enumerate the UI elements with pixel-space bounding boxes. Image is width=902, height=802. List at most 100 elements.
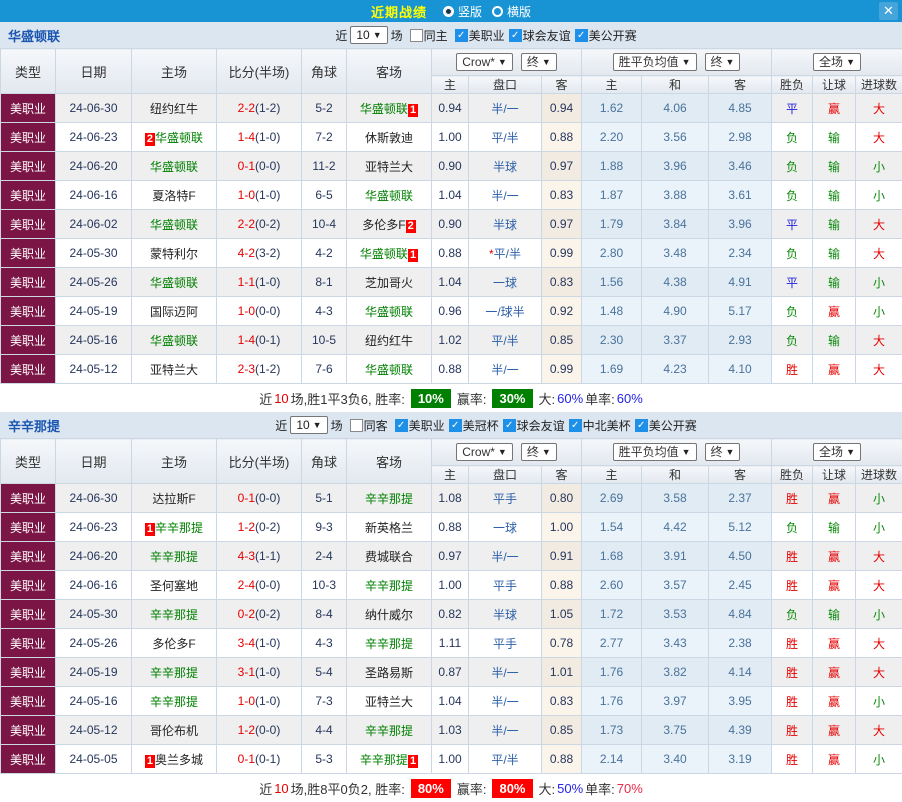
away-team-cell[interactable]: 辛辛那提1 bbox=[347, 745, 432, 774]
match-count-select[interactable]: 10▼ bbox=[350, 26, 387, 44]
match-count-select[interactable]: 10▼ bbox=[290, 416, 327, 434]
home-team-cell[interactable]: 哥伦布机 bbox=[132, 716, 217, 745]
competition-filter[interactable]: 美职业 bbox=[395, 417, 445, 434]
handicap-away-odds: 0.83 bbox=[542, 687, 582, 716]
competition-filter[interactable]: 美公开赛 bbox=[635, 417, 697, 434]
away-team-cell[interactable]: 辛辛那提 bbox=[347, 484, 432, 513]
away-team-cell[interactable]: 纳什威尔 bbox=[347, 600, 432, 629]
summary-bar: 近10场,胜8平0负2, 胜率: 80% 赢率: 80% 大:50% 单率:70… bbox=[0, 774, 902, 802]
final-odds-select2[interactable]: 终▼ bbox=[705, 53, 741, 71]
competition-label: 美冠杯 bbox=[463, 417, 499, 434]
goals-result-cell: 大 bbox=[856, 123, 902, 152]
away-team-cell[interactable]: 华盛顿联1 bbox=[347, 94, 432, 123]
competition-filter[interactable]: 美冠杯 bbox=[449, 417, 499, 434]
chevron-down-icon: ▼ bbox=[313, 421, 322, 430]
radio-horizontal-icon[interactable] bbox=[492, 6, 503, 17]
home-team-cell[interactable]: 多伦多F bbox=[132, 629, 217, 658]
home-team-cell[interactable]: 辛辛那提 bbox=[132, 542, 217, 571]
competition-filter[interactable]: 球会友谊 bbox=[509, 27, 571, 44]
away-team-cell[interactable]: 费城联合 bbox=[347, 542, 432, 571]
final-odds-select[interactable]: 终▼ bbox=[521, 53, 557, 71]
home-team-cell[interactable]: 华盛顿联 bbox=[132, 268, 217, 297]
checkbox-icon[interactable] bbox=[395, 419, 408, 432]
checkbox-icon[interactable] bbox=[569, 419, 582, 432]
away-team-cell[interactable]: 辛辛那提 bbox=[347, 716, 432, 745]
handicap-home-odds: 1.04 bbox=[432, 687, 469, 716]
competition-filter[interactable]: 球会友谊 bbox=[503, 417, 565, 434]
handicap-result-cell: 赢 bbox=[813, 484, 856, 513]
home-team-cell[interactable]: 华盛顿联 bbox=[132, 326, 217, 355]
home-team-cell[interactable]: 辛辛那提 bbox=[132, 658, 217, 687]
checkbox-icon[interactable] bbox=[350, 419, 363, 432]
away-team-cell[interactable]: 辛辛那提 bbox=[347, 629, 432, 658]
away-team-cell[interactable]: 华盛顿联 bbox=[347, 355, 432, 384]
competition-filter[interactable]: 中北美杯 bbox=[569, 417, 631, 434]
avg-odds-select[interactable]: 胜平负均值▼ bbox=[613, 443, 697, 461]
sub-let-ball: 让球 bbox=[813, 466, 856, 484]
home-team-cell[interactable]: 亚特兰大 bbox=[132, 355, 217, 384]
handicap-away-odds: 0.80 bbox=[542, 484, 582, 513]
home-team-cell[interactable]: 1奥兰多城 bbox=[132, 745, 217, 774]
home-team-cell[interactable]: 圣何塞地 bbox=[132, 571, 217, 600]
checkbox-icon[interactable] bbox=[509, 29, 522, 42]
match-row: 美职业 24-06-30 纽约红牛 2-2(1-2) 5-2 华盛顿联1 0.9… bbox=[1, 94, 902, 123]
home-team-cell[interactable]: 辛辛那提 bbox=[132, 600, 217, 629]
checkbox-icon[interactable] bbox=[410, 29, 423, 42]
home-team-cell[interactable]: 华盛顿联 bbox=[132, 152, 217, 181]
home-team-name: 多伦多F bbox=[152, 637, 195, 651]
away-team-cell[interactable]: 新英格兰 bbox=[347, 513, 432, 542]
avg-away-odds: 2.98 bbox=[709, 123, 772, 152]
checkbox-icon[interactable] bbox=[449, 419, 462, 432]
away-team-cell[interactable]: 纽约红牛 bbox=[347, 326, 432, 355]
away-team-cell[interactable]: 亚特兰大 bbox=[347, 687, 432, 716]
home-team-name: 圣何塞地 bbox=[150, 579, 198, 593]
competition-filter[interactable]: 美职业 bbox=[455, 27, 505, 44]
away-team-cell[interactable]: 华盛顿联 bbox=[347, 181, 432, 210]
home-team-cell[interactable]: 达拉斯F bbox=[132, 484, 217, 513]
away-team-cell[interactable]: 辛辛那提 bbox=[347, 571, 432, 600]
away-team-cell[interactable]: 亚特兰大 bbox=[347, 152, 432, 181]
radio-vertical-label[interactable]: 竖版 bbox=[458, 3, 482, 20]
home-team-cell[interactable]: 2华盛顿联 bbox=[132, 123, 217, 152]
competition-filter[interactable]: 美公开赛 bbox=[575, 27, 637, 44]
checkbox-icon[interactable] bbox=[575, 29, 588, 42]
away-team-cell[interactable]: 芝加哥火 bbox=[347, 268, 432, 297]
home-team-cell[interactable]: 国际迈阿 bbox=[132, 297, 217, 326]
checkbox-icon[interactable] bbox=[455, 29, 468, 42]
radio-horizontal-label[interactable]: 横版 bbox=[507, 3, 531, 20]
avg-home-odds: 1.68 bbox=[582, 542, 642, 571]
league-type-cell: 美职业 bbox=[1, 152, 56, 181]
close-icon[interactable]: ✕ bbox=[879, 2, 898, 20]
final-odds-select2[interactable]: 终▼ bbox=[705, 443, 741, 461]
avg-odds-select[interactable]: 胜平负均值▼ bbox=[613, 53, 697, 71]
bookmaker-select[interactable]: Crow*▼ bbox=[456, 53, 513, 71]
same-home-filter[interactable]: 同主 bbox=[410, 27, 448, 44]
checkbox-icon[interactable] bbox=[635, 419, 648, 432]
same-away-label: 同客 bbox=[364, 417, 388, 434]
away-team-cell[interactable]: 圣路易斯 bbox=[347, 658, 432, 687]
handicap-home-odds: 0.88 bbox=[432, 513, 469, 542]
home-team-cell[interactable]: 夏洛特F bbox=[132, 181, 217, 210]
fulltime-select[interactable]: 全场▼ bbox=[813, 53, 861, 71]
radio-vertical-icon[interactable] bbox=[443, 6, 454, 17]
away-team-cell[interactable]: 多伦多F2 bbox=[347, 210, 432, 239]
goals-result-cell: 小 bbox=[856, 297, 902, 326]
away-team-cell[interactable]: 华盛顿联 bbox=[347, 297, 432, 326]
same-away-filter[interactable]: 同客 bbox=[350, 417, 388, 434]
bookmaker-select[interactable]: Crow*▼ bbox=[456, 443, 513, 461]
home-team-cell[interactable]: 华盛顿联 bbox=[132, 210, 217, 239]
match-row: 美职业 24-06-30 达拉斯F 0-1(0-0) 5-1 辛辛那提 1.08… bbox=[1, 484, 902, 513]
rank-badge: 2 bbox=[406, 220, 416, 233]
checkbox-icon[interactable] bbox=[503, 419, 516, 432]
home-team-cell[interactable]: 纽约红牛 bbox=[132, 94, 217, 123]
sub-goals: 进球数 bbox=[856, 76, 902, 94]
home-team-cell[interactable]: 1辛辛那提 bbox=[132, 513, 217, 542]
final-odds-select[interactable]: 终▼ bbox=[521, 443, 557, 461]
away-team-cell[interactable]: 华盛顿联1 bbox=[347, 239, 432, 268]
home-team-cell[interactable]: 蒙特利尔 bbox=[132, 239, 217, 268]
fulltime-select[interactable]: 全场▼ bbox=[813, 443, 861, 461]
away-team-cell[interactable]: 休斯敦迪 bbox=[347, 123, 432, 152]
outcome-cell: 胜 bbox=[772, 542, 813, 571]
home-team-cell[interactable]: 辛辛那提 bbox=[132, 687, 217, 716]
chevron-down-icon: ▼ bbox=[498, 448, 507, 457]
